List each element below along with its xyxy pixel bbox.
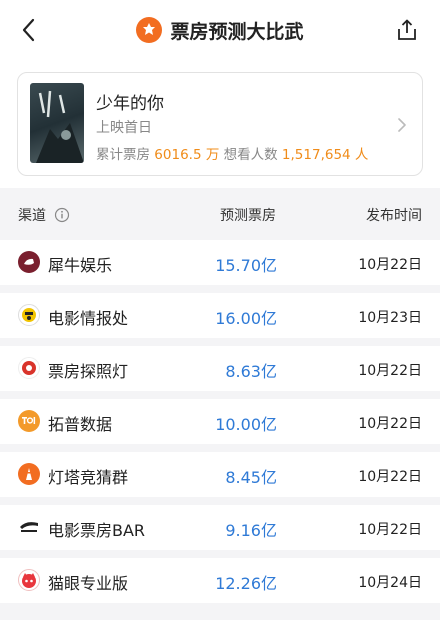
publish-date: 10月23日 (358, 310, 422, 326)
box-office-value: 6016.5 万 (154, 147, 220, 163)
table-row[interactable]: 电影情报处 16.00亿 10月23日 (0, 293, 440, 338)
film-intel-logo-icon (18, 304, 40, 326)
channel-name: 电影情报处 (48, 309, 129, 328)
publish-date: 10月22日 (358, 469, 422, 485)
chevron-left-icon (22, 18, 35, 42)
chevron-right-icon (398, 118, 406, 132)
header-predicted: 预测票房 (220, 208, 276, 224)
lighthouse-logo-icon (18, 463, 40, 485)
info-icon[interactable] (54, 207, 70, 223)
publish-date: 10月22日 (358, 363, 422, 379)
channel-name: 票房探照灯 (48, 362, 129, 381)
publish-date: 10月22日 (358, 257, 422, 273)
page-title: 票房预测大比武 (170, 20, 304, 43)
want-to-see-label: 想看人数 (223, 147, 278, 163)
predicted-value: 8.63亿 (225, 362, 277, 381)
movie-poster (30, 83, 84, 163)
rhino-logo-icon (18, 251, 40, 273)
table-row[interactable]: 猫眼专业版 12.26亿 10月24日 (0, 558, 440, 603)
predicted-value: 9.16亿 (225, 521, 277, 540)
box-office-label: 累计票房 (96, 147, 150, 163)
movie-card[interactable]: 少年的你 上映首日 累计票房 6016.5 万 想看人数 1,517,654 人 (17, 72, 423, 176)
publish-date: 10月22日 (358, 416, 422, 432)
prediction-table: 渠道 预测票房 发布时间 犀牛娱乐 15.70亿 10月22日 电影情报处 16… (0, 188, 440, 620)
app-header: 票房预测大比武 (0, 0, 440, 60)
release-status: 上映首日 (96, 120, 152, 136)
table-header: 渠道 预测票房 发布时间 (0, 188, 440, 240)
top-data-logo-icon (18, 410, 40, 432)
header-published: 发布时间 (366, 208, 422, 224)
table-row[interactable]: 票房探照灯 8.63亿 10月22日 (0, 346, 440, 391)
maoyan-logo-icon (18, 569, 40, 591)
title-wrap: 票房预测大比武 (136, 17, 304, 44)
predicted-value: 15.70亿 (215, 256, 277, 275)
predicted-value: 8.45亿 (225, 468, 277, 487)
searchlight-logo-icon (18, 357, 40, 379)
table-row[interactable]: 犀牛娱乐 15.70亿 10月22日 (0, 240, 440, 285)
want-to-see-value: 1,517,654 人 (281, 147, 369, 163)
predicted-value: 16.00亿 (215, 309, 277, 328)
channel-name: 拓普数据 (48, 415, 113, 434)
table-row[interactable]: 电影票房BAR 9.16亿 10月22日 (0, 505, 440, 550)
back-button[interactable] (14, 16, 42, 44)
table-row[interactable]: 灯塔竞猜群 8.45亿 10月22日 (0, 452, 440, 497)
publish-date: 10月22日 (358, 522, 422, 538)
movie-stats: 累计票房 6016.5 万 想看人数 1,517,654 人 (96, 143, 368, 163)
header-channel-label: 渠道 (18, 208, 46, 224)
boxoffice-bar-logo-icon (18, 516, 40, 538)
movie-section: 少年的你 上映首日 累计票房 6016.5 万 想看人数 1,517,654 人 (0, 60, 440, 188)
predicted-value: 10.00亿 (215, 415, 277, 434)
cinema-logo-icon (136, 17, 163, 43)
share-button[interactable] (392, 15, 422, 45)
channel-name: 电影票房BAR (48, 521, 146, 540)
table-row[interactable]: 拓普数据 10.00亿 10月22日 (0, 399, 440, 444)
movie-title: 少年的你 (96, 94, 164, 114)
predicted-value: 12.26亿 (215, 574, 277, 593)
channel-name: 猫眼专业版 (48, 574, 129, 593)
publish-date: 10月24日 (358, 575, 422, 591)
header-channel: 渠道 (18, 205, 70, 225)
channel-name: 犀牛娱乐 (48, 256, 113, 275)
share-icon (398, 19, 416, 40)
channel-name: 灯塔竞猜群 (48, 468, 129, 487)
